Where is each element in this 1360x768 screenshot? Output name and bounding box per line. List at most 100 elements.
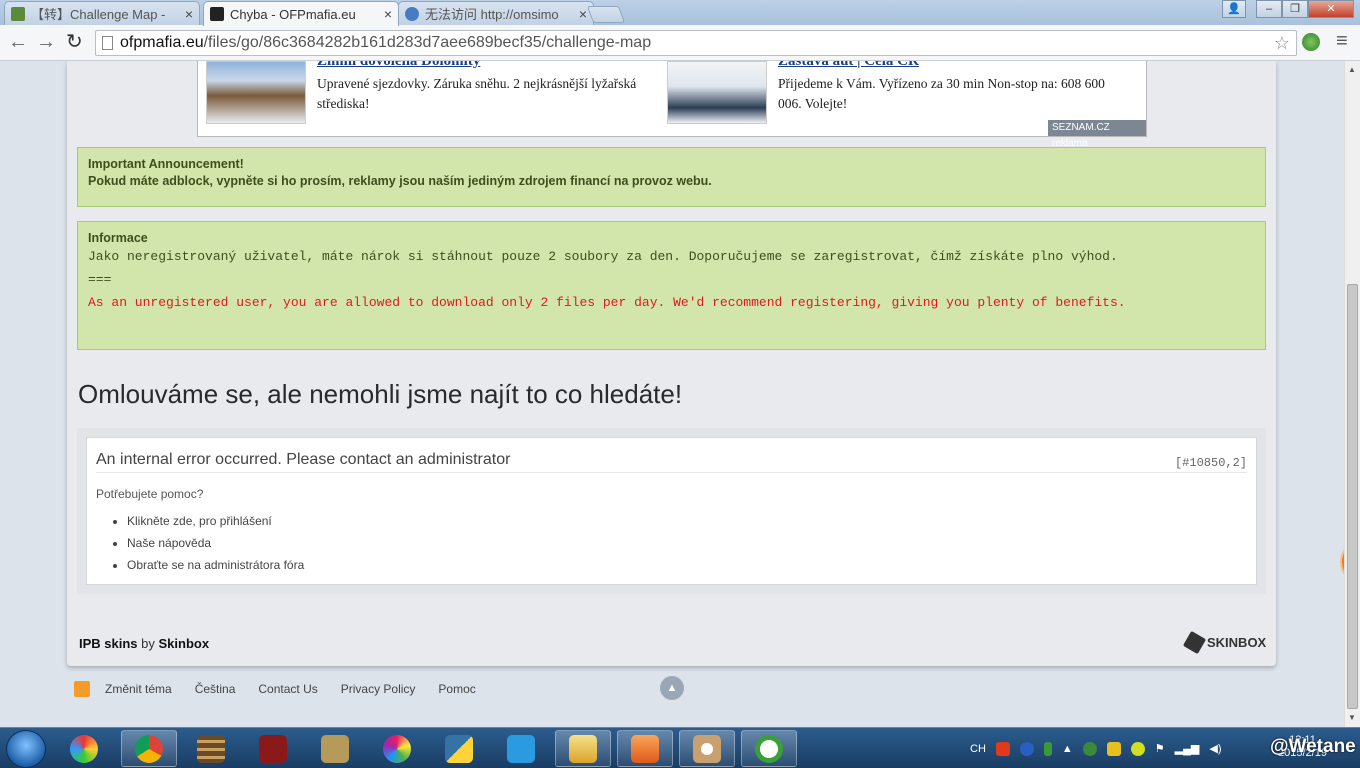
flag-icon[interactable]: ⚑	[1155, 742, 1165, 755]
ad-item[interactable]: Zimní dovolená Dolomity Upravené sjezdov…	[206, 61, 656, 133]
maximize-button[interactable]: ❐	[1282, 0, 1308, 18]
sogou-icon[interactable]	[995, 741, 1010, 756]
page-viewport: Zimní dovolená Dolomity Upravené sjezdov…	[0, 61, 1344, 727]
close-window-button[interactable]: ✕	[1308, 0, 1354, 18]
menu-icon[interactable]: ≡	[1336, 30, 1348, 53]
ofpmafia-favicon-icon	[210, 7, 224, 21]
taskbar-app[interactable]	[183, 730, 239, 767]
tab-close-icon[interactable]: ×	[185, 6, 193, 22]
car-ad-image	[667, 61, 767, 124]
taskbar-app[interactable]	[431, 730, 487, 767]
taskbar-app[interactable]	[245, 730, 301, 767]
tab-close-icon[interactable]: ×	[579, 6, 587, 22]
error-card: An internal error occurred. Please conta…	[86, 437, 1257, 585]
announcement-title: Important Announcement!	[88, 157, 244, 171]
battery-icon[interactable]	[1043, 741, 1052, 756]
skinbox-logo[interactable]: SKINBOX	[1182, 630, 1267, 655]
help-icon[interactable]	[1019, 741, 1034, 756]
security-shield-icon[interactable]	[1106, 741, 1121, 756]
ad-provider-badge[interactable]: SEZNAM.CZ reklama	[1048, 120, 1146, 149]
footer-link-change-theme[interactable]: Změnit téma	[105, 682, 172, 696]
back-arrow-icon[interactable]: ←	[8, 31, 28, 53]
wall-app-icon	[197, 734, 225, 763]
help-link-contact-admin[interactable]: Obraťte se na administrátora fóra	[127, 554, 304, 576]
taskbar-app[interactable]	[307, 730, 363, 767]
scroll-up-arrow-icon[interactable]: ▲	[1348, 65, 1356, 74]
taskbar-media-player[interactable]	[617, 730, 673, 767]
show-hidden-icons-icon[interactable]: ▲	[1062, 743, 1073, 755]
need-help-label: Potřebujete pomoc?	[96, 487, 204, 501]
announcement-box: Important Announcement! Pokud máte adblo…	[77, 147, 1266, 207]
help-link-login[interactable]: Klikněte zde, pro přihlášení	[127, 510, 304, 532]
extension-globe-icon[interactable]	[1302, 33, 1320, 51]
colorful-app-icon	[70, 734, 98, 763]
info-separator: ===	[88, 272, 112, 287]
bookmark-star-icon[interactable]: ☆	[1274, 31, 1290, 55]
ad-banner: Zimní dovolená Dolomity Upravené sjezdov…	[197, 61, 1147, 149]
announcement-text: Pokud máte adblock, vypněte si ho prosím…	[88, 174, 712, 188]
footer-link-contact[interactable]: Contact Us	[258, 682, 317, 696]
taskbar-paint[interactable]	[679, 730, 735, 767]
tool-app-icon	[321, 734, 349, 763]
page-scrollbar[interactable]: ▲ ▼	[1344, 61, 1360, 727]
credits-by: by	[141, 636, 155, 651]
url-domain: ofpmafia.eu	[120, 34, 204, 51]
error-panel: An internal error occurred. Please conta…	[77, 428, 1266, 594]
taskbar-app[interactable]	[56, 730, 112, 767]
minimize-button[interactable]: –	[1256, 0, 1282, 18]
rss-icon[interactable]	[74, 681, 90, 697]
windows-taskbar: CH ▲ ⚑ ▂▄▆ ◀) 12:11 2015/2/19 @Wetane	[0, 727, 1360, 768]
info-english-text: As an unregistered user, you are allowed…	[88, 295, 1126, 310]
site-favicon-icon	[11, 6, 25, 21]
taskbar-app[interactable]	[369, 730, 425, 767]
scroll-to-top-icon[interactable]: ▲	[660, 676, 684, 700]
tab-chyba-ofpmafia[interactable]: Chyba - OFPmafia.eu ×	[203, 1, 399, 26]
system-tray: CH ▲ ⚑ ▂▄▆ ◀)	[970, 728, 1222, 768]
signal-icon[interactable]: ▂▄▆	[1175, 742, 1200, 755]
ad-title[interactable]: Zastava aut | Celá ČR	[778, 61, 919, 70]
reload-icon[interactable]: ↻	[66, 31, 83, 53]
address-bar[interactable]: ofpmafia.eu/files/go/86c3684282b161d283d…	[95, 30, 1297, 56]
volume-icon[interactable]: ◀)	[1209, 742, 1221, 755]
hotel-ad-image	[206, 61, 306, 124]
skin-credits: IPB skins by Skinbox	[79, 636, 209, 651]
tab-close-icon[interactable]: ×	[384, 6, 392, 22]
tab-challenge-map[interactable]: 【转】Challenge Map - ×	[4, 1, 200, 25]
browser-toolbar: ← → ↻ ofpmafia.eu/files/go/86c3684282b16…	[0, 25, 1360, 61]
footer-link-language[interactable]: Čeština	[195, 682, 236, 696]
taskbar-explorer[interactable]	[555, 730, 611, 767]
footer-link-privacy[interactable]: Privacy Policy	[341, 682, 416, 696]
update-icon[interactable]	[1130, 741, 1145, 756]
train-app-icon	[259, 734, 287, 763]
footer-link-help[interactable]: Pomoc	[438, 682, 475, 696]
forward-arrow-icon[interactable]: →	[36, 31, 56, 53]
new-tab-button[interactable]	[586, 6, 626, 23]
start-button[interactable]	[6, 730, 46, 768]
taskbar-chrome[interactable]	[121, 730, 177, 767]
skin-link[interactable]: IPB skins	[79, 636, 138, 651]
scrollbar-thumb[interactable]	[1347, 284, 1358, 709]
page-icon	[102, 36, 113, 50]
author-link[interactable]: Skinbox	[159, 636, 210, 651]
ad-title[interactable]: Zimní dovolená Dolomity	[317, 61, 480, 70]
user-profile-button[interactable]: 👤	[1222, 0, 1246, 18]
info-czech-text: Jako neregistrovaný uživatel, máte nárok…	[88, 249, 1118, 264]
python-icon	[445, 734, 473, 763]
paint-icon	[693, 734, 721, 763]
scroll-down-arrow-icon[interactable]: ▼	[1348, 713, 1356, 722]
tab-title: 无法访问 http://omsimo	[425, 7, 559, 22]
info-title: Informace	[88, 231, 148, 245]
cube-logo-icon	[1182, 630, 1207, 655]
taskbar-vpn[interactable]	[741, 730, 797, 767]
tab-cannot-access[interactable]: 无法访问 http://omsimo ×	[398, 1, 594, 25]
cloud-app-icon	[507, 734, 535, 763]
network-status-icon[interactable]	[1082, 741, 1097, 756]
footer-links: Změnit téma Čeština Contact Us Privacy P…	[74, 681, 499, 697]
skinbox-logo-text: SKINBOX	[1207, 635, 1267, 650]
taskbar-app[interactable]	[493, 730, 549, 767]
error-title: An internal error occurred. Please conta…	[96, 451, 511, 468]
vpn-icon	[755, 734, 783, 763]
help-link-help[interactable]: Naše nápověda	[127, 532, 304, 554]
help-list: Klikněte zde, pro přihlášení Naše nápově…	[127, 510, 304, 576]
language-indicator[interactable]: CH	[970, 743, 986, 755]
